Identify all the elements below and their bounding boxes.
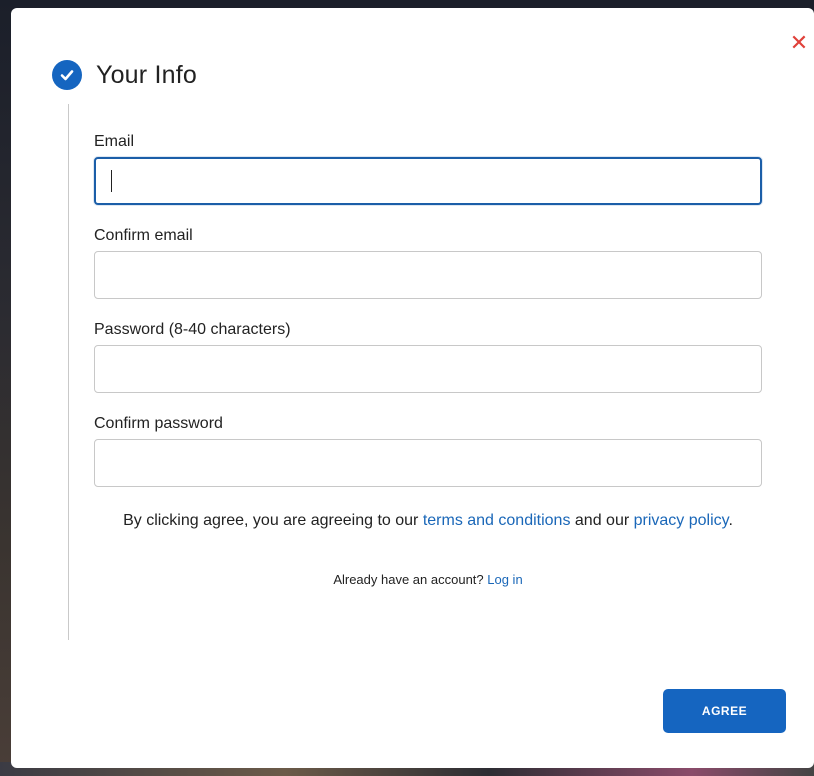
consent-suffix: .: [728, 512, 733, 529]
login-prompt-text: Already have an account?: [333, 572, 488, 587]
confirm-password-label: Confirm password: [94, 415, 223, 432]
login-link[interactable]: Log in: [487, 572, 522, 587]
close-icon[interactable]: ✕: [788, 32, 810, 54]
consent-text: By clicking agree, you are agreeing to o…: [94, 508, 762, 534]
login-prompt: Already have an account? Log in: [94, 572, 762, 587]
consent-prefix: By clicking agree, you are agreeing to o…: [123, 512, 423, 529]
terms-link[interactable]: terms and conditions: [423, 512, 571, 529]
your-info-form: Email Confirm email Password (8-40 chara…: [94, 132, 762, 508]
password-field-group: Password (8-40 characters): [94, 320, 762, 393]
confirm-password-field[interactable]: [94, 439, 762, 487]
step-header: Your Info: [52, 60, 197, 90]
text-caret: [111, 170, 112, 192]
privacy-link[interactable]: privacy policy: [634, 512, 729, 529]
signup-modal: ✕ Your Info Email Confirm email Password…: [11, 8, 814, 768]
step-title: Your Info: [96, 60, 197, 89]
email-field[interactable]: [94, 157, 762, 205]
consent-middle: and our: [570, 512, 634, 529]
email-label: Email: [94, 133, 135, 150]
email-field-group: Email: [94, 132, 762, 205]
password-field[interactable]: [94, 345, 762, 393]
password-label: Password (8-40 characters): [94, 321, 291, 338]
confirm-email-label: Confirm email: [94, 227, 193, 244]
confirm-email-field[interactable]: [94, 251, 762, 299]
agree-button[interactable]: AGREE: [663, 689, 786, 733]
step-connector-line: [68, 104, 69, 640]
confirm-email-field-group: Confirm email: [94, 226, 762, 299]
check-circle-icon: [52, 60, 82, 90]
confirm-password-field-group: Confirm password: [94, 414, 762, 487]
